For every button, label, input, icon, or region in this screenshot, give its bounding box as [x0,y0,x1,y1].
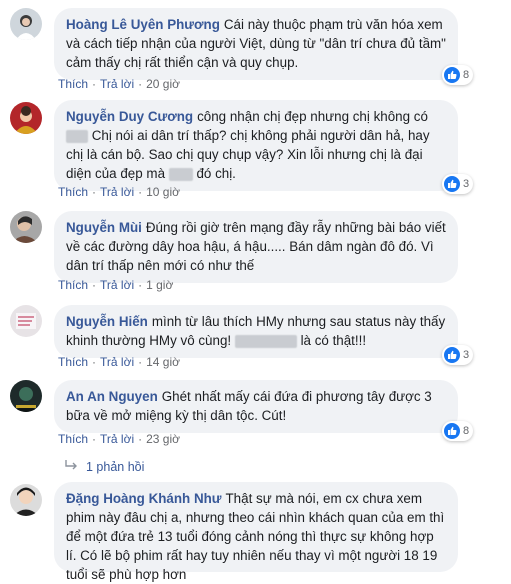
blurred-text [168,167,193,181]
blurred-text [234,334,297,348]
timestamp[interactable]: 23 giờ [146,431,180,447]
comment-bubble: Hoàng Lê Uyên Phương Cái này thuộc phạm t… [54,8,458,80]
like-reaction-icon [444,176,460,192]
reply-arrow-icon [64,459,78,474]
comment-actions: Thích · Trả lời · 10 giờ [58,184,180,200]
avatar[interactable] [10,484,42,516]
comment-actions: Thích · Trả lời · 14 giờ [58,354,180,370]
view-replies-link[interactable]: 1 phản hồi [64,459,144,474]
like-link[interactable]: Thích [58,76,88,92]
timestamp[interactable]: 20 giờ [146,76,180,92]
like-link[interactable]: Thích [58,354,88,370]
timestamp[interactable]: 1 giờ [146,277,173,293]
comment-bubble: Đặng Hoàng Khánh Như Thật sự mà nói, em c… [54,482,458,582]
like-link[interactable]: Thích [58,184,88,200]
like-link[interactable]: Thích [58,277,88,293]
comment-bubble: Nguyễn Hiến mình từ lâu thích HMy nhưng s… [54,305,458,358]
avatar[interactable] [10,305,42,337]
reaction-count[interactable]: 3 [442,345,474,365]
like-reaction-icon [444,67,460,83]
comment-author[interactable]: Nguyễn Duy Cương [66,109,193,124]
comment-actions: Thích · Trả lời · 20 giờ [58,76,180,92]
comment-author[interactable]: Nguyễn Hiến [66,314,148,329]
comment-author[interactable]: An An Nguyen [66,389,158,404]
comment-actions: Thích · Trả lời · 1 giờ [58,277,174,293]
avatar[interactable] [10,211,42,243]
reaction-count[interactable]: 8 [442,421,474,441]
reaction-count[interactable]: 8 [442,65,474,85]
timestamp[interactable]: 10 giờ [146,184,180,200]
reply-link[interactable]: Trả lời [100,76,134,92]
blurred-text [66,129,88,143]
avatar[interactable] [10,102,42,134]
like-reaction-icon [444,347,460,363]
replies-count[interactable]: 1 phản hồi [86,460,144,474]
comment-bubble: Nguyễn Mùi Đúng rồi giờ trên mạng đầy rẫy… [54,211,458,283]
timestamp[interactable]: 14 giờ [146,354,180,370]
comment-author[interactable]: Nguyễn Mùi [66,220,142,235]
comment-author[interactable]: Hoàng Lê Uyên Phương [66,17,220,32]
comment-bubble: An An Nguyen Ghét nhất mấy cái đứa đi phư… [54,380,458,433]
avatar[interactable] [10,8,42,40]
avatar[interactable] [10,380,42,412]
comment-actions: Thích · Trả lời · 23 giờ [58,431,180,447]
reply-link[interactable]: Trả lời [100,277,134,293]
reaction-count[interactable]: 3 [442,174,474,194]
reply-link[interactable]: Trả lời [100,354,134,370]
like-reaction-icon [444,423,460,439]
comment-bubble: Nguyễn Duy Cương công nhận chị đẹp nhưng … [54,100,458,191]
reply-link[interactable]: Trả lời [100,184,134,200]
comment-text: công nhận chị đẹp nhưng chị không có [197,109,428,124]
comment-author[interactable]: Đặng Hoàng Khánh Như [66,491,222,506]
like-link[interactable]: Thích [58,431,88,447]
reply-link[interactable]: Trả lời [100,431,134,447]
